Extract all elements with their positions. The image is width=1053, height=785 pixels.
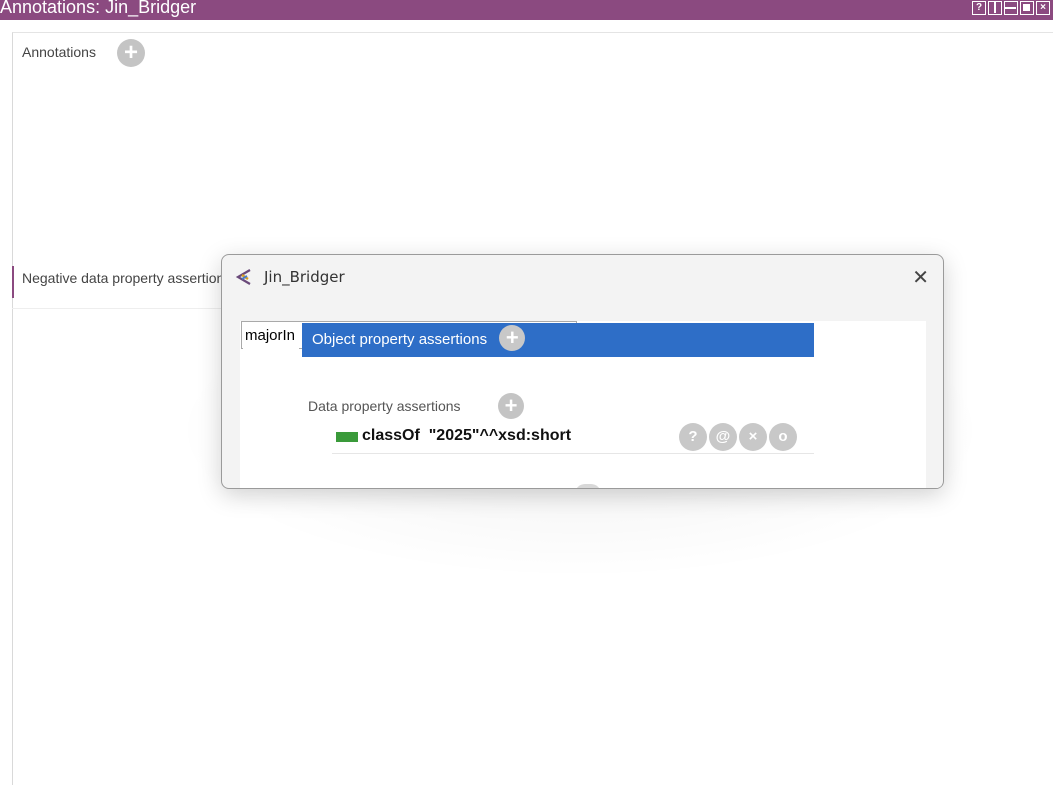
row-action-buttons: ? @ × o xyxy=(679,423,797,451)
help-button[interactable]: ? xyxy=(972,1,986,15)
protege-logo-icon xyxy=(235,269,251,285)
explain-icon[interactable]: ? xyxy=(679,423,707,451)
window-title-bar: Annotations: Jin_Bridger ? × xyxy=(0,0,1053,20)
assertion-value: "2025"^^xsd:short xyxy=(428,427,572,444)
popup-title: Jin_Bridger xyxy=(264,268,345,286)
section-accent-bar xyxy=(12,266,14,298)
popup-right-strip xyxy=(926,321,942,488)
close-icon[interactable]: ✕ xyxy=(912,265,929,290)
annotations-label: Annotations xyxy=(22,44,96,60)
add-annotation-icon[interactable]: + xyxy=(117,39,145,67)
split-vertical-button[interactable] xyxy=(988,1,1002,15)
add-object-property-icon[interactable]: + xyxy=(499,325,526,352)
split-horizontal-button[interactable] xyxy=(1004,1,1018,15)
edit-icon[interactable]: o xyxy=(769,423,797,451)
data-property-assertions-label: Data property assertions xyxy=(308,398,461,414)
assertion-property: classOf xyxy=(362,427,420,444)
object-property-assertions-label: Object property assertions xyxy=(312,331,488,348)
negative-data-property-label: Negative data property assertions xyxy=(22,270,227,286)
window-buttons: ? × xyxy=(972,1,1050,15)
input-typed-text[interactable]: majorIn xyxy=(243,325,300,351)
maximize-button[interactable] xyxy=(1020,1,1034,15)
object-property-assertions-header[interactable]: Object property assertions + xyxy=(302,323,814,357)
annotate-icon[interactable]: @ xyxy=(709,423,737,451)
close-button[interactable]: × xyxy=(1036,1,1050,15)
autocomplete-popup: Jin_Bridger ✕ Object property assertions… xyxy=(221,254,944,489)
data-property-assertion-row[interactable]: classOf "2025"^^xsd:short ? @ × o xyxy=(332,423,814,454)
data-property-swatch xyxy=(336,432,358,442)
delete-icon[interactable]: × xyxy=(739,423,767,451)
add-data-property-icon[interactable]: + xyxy=(498,393,524,419)
assertion-text: classOf "2025"^^xsd:short xyxy=(362,427,571,445)
window-title: Annotations: Jin_Bridger xyxy=(0,0,197,17)
section-divider xyxy=(12,308,222,309)
